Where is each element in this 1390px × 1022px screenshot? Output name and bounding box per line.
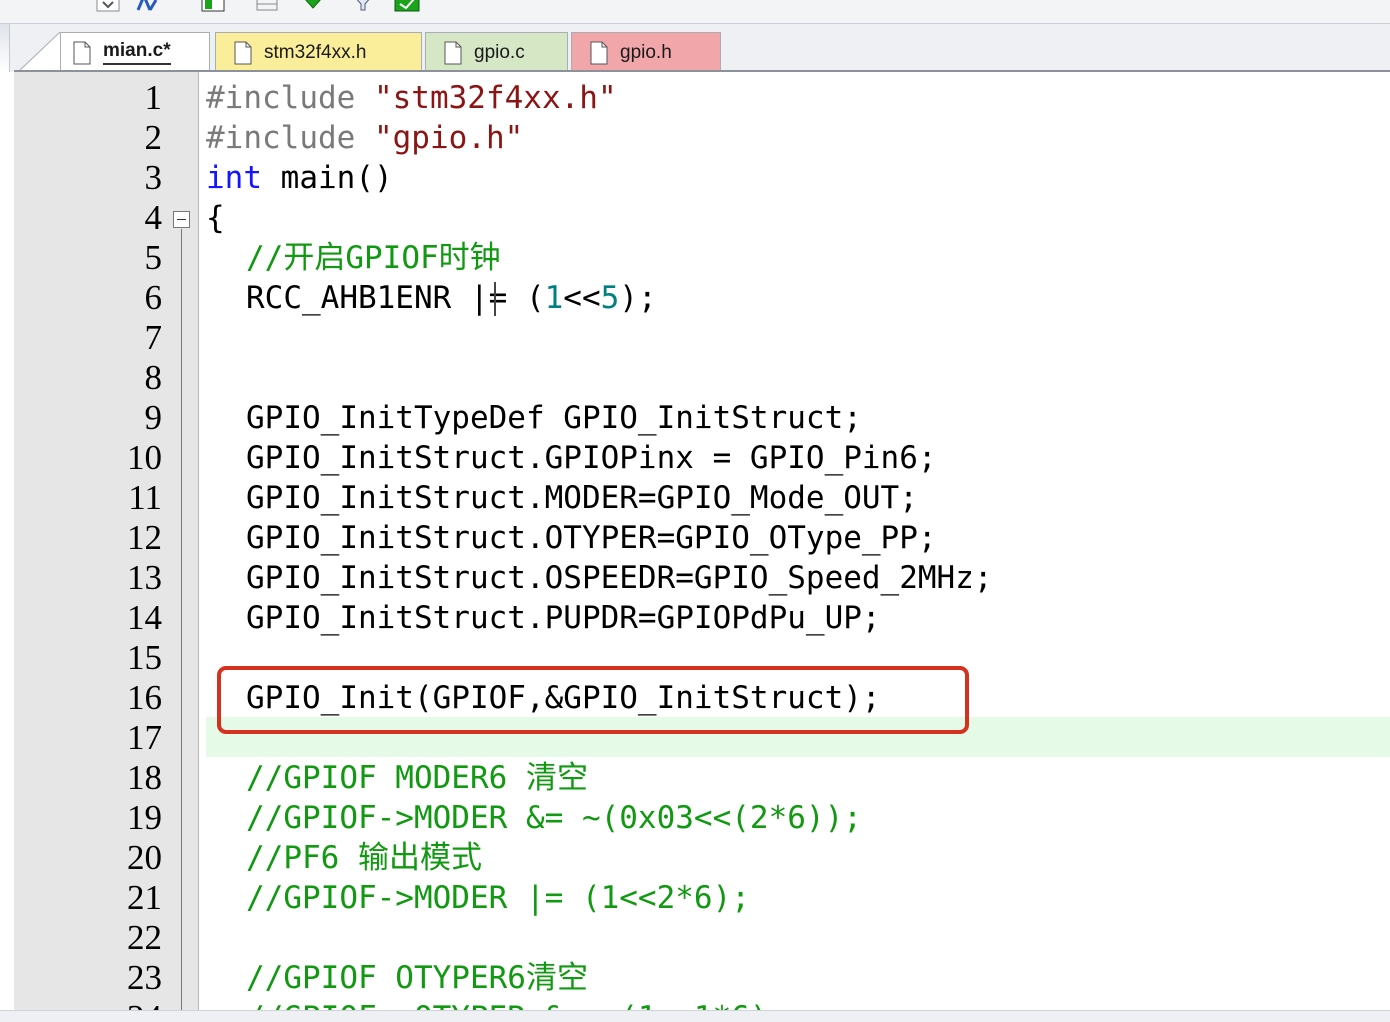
- collapse-icon[interactable]: [173, 211, 190, 228]
- code-line-9[interactable]: GPIO_InitTypeDef GPIO_InitStruct;: [246, 398, 862, 438]
- fold-guide: [181, 229, 182, 1010]
- line-number: 19: [127, 798, 162, 837]
- highlight-annotation-box: [217, 666, 969, 734]
- include-string: "stm32f4xx.h": [373, 80, 617, 116]
- code-text: main(): [262, 160, 393, 196]
- include-string: "gpio.h": [373, 120, 524, 156]
- document-icon: [590, 41, 608, 64]
- line-number: 16: [127, 678, 162, 717]
- code-line-6[interactable]: RCC_AHB1ENR |= (1<<5);: [246, 278, 657, 318]
- gutter-divider: [198, 72, 199, 1010]
- document-icon: [73, 41, 91, 64]
- dropdown-arrow-icon[interactable]: [96, 0, 122, 12]
- number-literal: 5: [600, 280, 620, 316]
- code-line-5[interactable]: //开启GPIOF时钟: [246, 238, 501, 278]
- document-icon: [234, 41, 252, 64]
- line-number: 1: [144, 78, 163, 117]
- line-number: 13: [127, 558, 162, 597]
- code-line-14[interactable]: GPIO_InitStruct.PUPDR=GPIOPdPu_UP;: [246, 598, 881, 638]
- line-number: 24: [22, 998, 162, 1010]
- tab-mian-c[interactable]: mian.c*: [60, 32, 210, 72]
- code-line-1[interactable]: #include "stm32f4xx.h": [206, 78, 617, 118]
- code-line-12[interactable]: GPIO_InitStruct.OTYPER=GPIO_OType_PP;: [246, 518, 937, 558]
- code-line-3[interactable]: int main(): [206, 158, 393, 198]
- text-caret: [494, 282, 496, 316]
- tab-gpio-h[interactable]: gpio.h: [571, 32, 721, 72]
- tab-label: gpio.c: [474, 41, 525, 63]
- line-number: 5: [144, 238, 163, 277]
- line-number: 21: [127, 878, 162, 917]
- line-number: 15: [127, 638, 162, 677]
- tab-bar-edge: [0, 24, 10, 72]
- find-icon[interactable]: [136, 0, 162, 12]
- code-line-19[interactable]: //GPIOF->MODER &= ~(0x03<<(2*6));: [246, 798, 862, 838]
- code-text: <<: [563, 280, 601, 316]
- number-literal: 1: [544, 280, 564, 316]
- code-line-23[interactable]: //GPIOF OTYPER6清空: [246, 958, 588, 998]
- code-editor[interactable]: 1 2 3 4 5 6 7 8 9 10 11 12 13 14 15 16 1…: [14, 72, 1390, 1010]
- preprocessor-directive: #include: [206, 80, 356, 116]
- line-number-gutter: 1 2 3 4 5 6 7 8 9 10 11 12 13 14 15 16 1…: [22, 72, 198, 1010]
- tab-gpio-c[interactable]: gpio.c: [425, 32, 568, 72]
- window-layout-icon[interactable]: [200, 0, 226, 12]
- line-number: 11: [128, 478, 162, 517]
- grid-icon[interactable]: [254, 0, 280, 12]
- download-icon[interactable]: [300, 0, 326, 12]
- code-line-4[interactable]: {: [206, 198, 225, 238]
- line-number: 2: [144, 118, 163, 157]
- code-line-24[interactable]: //GPIOF->OTYPER &= ~(1<<1*6);: [246, 998, 787, 1010]
- toolbar: [0, 0, 1390, 24]
- line-number: 22: [127, 918, 162, 957]
- document-icon: [444, 41, 462, 64]
- tab-label: mian.c*: [103, 40, 171, 65]
- bottom-status-strip: [0, 1010, 1390, 1022]
- line-number: 9: [144, 398, 163, 437]
- tab-label: stm32f4xx.h: [264, 41, 367, 63]
- code-text: );: [619, 280, 657, 316]
- code-line-11[interactable]: GPIO_InitStruct.MODER=GPIO_Mode_OUT;: [246, 478, 918, 518]
- line-number: 12: [127, 518, 162, 557]
- line-number: 10: [127, 438, 162, 477]
- line-number: 23: [127, 958, 162, 997]
- line-number: 3: [144, 158, 163, 197]
- keyword: int: [206, 160, 262, 196]
- editor-tab-bar: mian.c* stm32f4xx.h gpio.c gpio.h: [0, 24, 1390, 72]
- code-line-13[interactable]: GPIO_InitStruct.OSPEEDR=GPIO_Speed_2MHz;: [246, 558, 993, 598]
- line-number: 20: [127, 838, 162, 877]
- line-number: 18: [127, 758, 162, 797]
- code-text: RCC_AHB1ENR |= (: [246, 280, 545, 316]
- line-number: 14: [127, 598, 162, 637]
- line-number: 4: [144, 198, 163, 237]
- line-number: 8: [144, 358, 163, 397]
- line-number: 7: [144, 318, 163, 357]
- tab-label: gpio.h: [620, 41, 672, 63]
- code-line-10[interactable]: GPIO_InitStruct.GPIOPinx = GPIO_Pin6;: [246, 438, 937, 478]
- preprocessor-directive: #include: [206, 120, 356, 156]
- tab-stm32f4xx-h[interactable]: stm32f4xx.h: [215, 32, 422, 72]
- code-line-2[interactable]: #include "gpio.h": [206, 118, 523, 158]
- code-line-21[interactable]: //GPIOF->MODER |= (1<<2*6);: [246, 878, 750, 918]
- load-icon[interactable]: [394, 0, 420, 12]
- funnel-icon[interactable]: [350, 0, 376, 12]
- code-line-20[interactable]: //PF6 输出模式: [246, 838, 482, 878]
- line-number: 17: [127, 718, 162, 757]
- tab-notch: [18, 32, 62, 72]
- line-number: 6: [144, 278, 163, 317]
- code-line-18[interactable]: //GPIOF MODER6 清空: [246, 758, 588, 798]
